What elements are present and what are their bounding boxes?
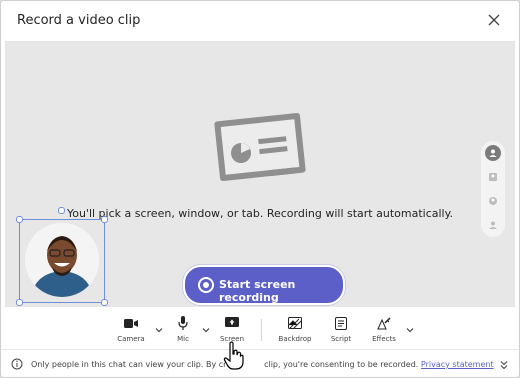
screen-button[interactable]: Screen: [210, 315, 254, 343]
consent-text-start: Only people in this chat can view your c…: [31, 360, 237, 369]
record-video-dialog: Record a video clip You'll pick a screen…: [0, 0, 520, 378]
script-button[interactable]: Script: [319, 315, 363, 343]
backdrop-label: Backdrop: [278, 335, 312, 343]
camera-preview[interactable]: [16, 207, 108, 306]
layout-person-button[interactable]: [485, 145, 501, 161]
person-circle-icon: [489, 197, 497, 205]
start-screen-recording-button[interactable]: Start screen recording: [183, 265, 345, 305]
layout-rail: [481, 141, 505, 237]
camera-feed: [25, 223, 99, 297]
resize-handle[interactable]: [16, 216, 23, 223]
dialog-title: Record a video clip: [17, 13, 141, 28]
rotate-handle[interactable]: [58, 207, 65, 214]
recording-toolbar: Camera Mic Screen Backdrop Script Effect…: [1, 307, 519, 349]
consent-text: Only people in this chat can view your c…: [31, 360, 494, 369]
privacy-statement-link[interactable]: Privacy statement: [421, 360, 494, 369]
camera-icon: [124, 318, 138, 328]
person-photo: [25, 223, 99, 297]
dialog-header: Record a video clip: [1, 1, 519, 41]
resize-handle[interactable]: [101, 299, 108, 306]
effects-label: Effects: [372, 335, 396, 343]
contact-card-icon: [489, 173, 497, 181]
camera-button[interactable]: Camera: [109, 315, 153, 343]
preview-stage: You'll pick a screen, window, or tab. Re…: [5, 41, 515, 307]
screen-share-illustration-icon: [214, 112, 306, 182]
backdrop-button[interactable]: Backdrop: [273, 315, 317, 343]
script-label: Script: [330, 335, 352, 343]
effects-options-chevron-icon[interactable]: [405, 325, 415, 335]
mic-icon: [178, 316, 188, 330]
info-icon: [11, 358, 23, 370]
consent-text-end: clip, you're consenting to be recorded.: [264, 360, 419, 369]
layout-card-button[interactable]: [485, 169, 501, 185]
expand-chevron-icon[interactable]: [499, 360, 509, 370]
camera-label: Camera: [117, 335, 145, 343]
screen-share-icon: [225, 317, 239, 327]
close-button[interactable]: [483, 9, 505, 31]
effects-icon: [377, 316, 391, 329]
mic-button[interactable]: Mic: [161, 315, 205, 343]
record-icon: [198, 277, 214, 293]
resize-handle[interactable]: [16, 299, 23, 306]
start-screen-recording-label: Start screen recording: [219, 278, 296, 304]
toolbar-divider: [261, 319, 262, 341]
person-icon: [489, 149, 497, 157]
close-icon: [488, 14, 500, 26]
hand-pointer-cursor: [223, 341, 244, 370]
mic-label: Mic: [177, 335, 189, 343]
script-icon: [335, 316, 347, 330]
layout-silhouette-button[interactable]: [485, 217, 501, 233]
resize-handle[interactable]: [101, 216, 108, 223]
effects-button[interactable]: Effects: [362, 315, 406, 343]
backdrop-icon: [288, 317, 302, 329]
layout-circle-button[interactable]: [485, 193, 501, 209]
silhouette-icon: [489, 221, 497, 229]
consent-footer: Only people in this chat can view your c…: [1, 349, 519, 377]
